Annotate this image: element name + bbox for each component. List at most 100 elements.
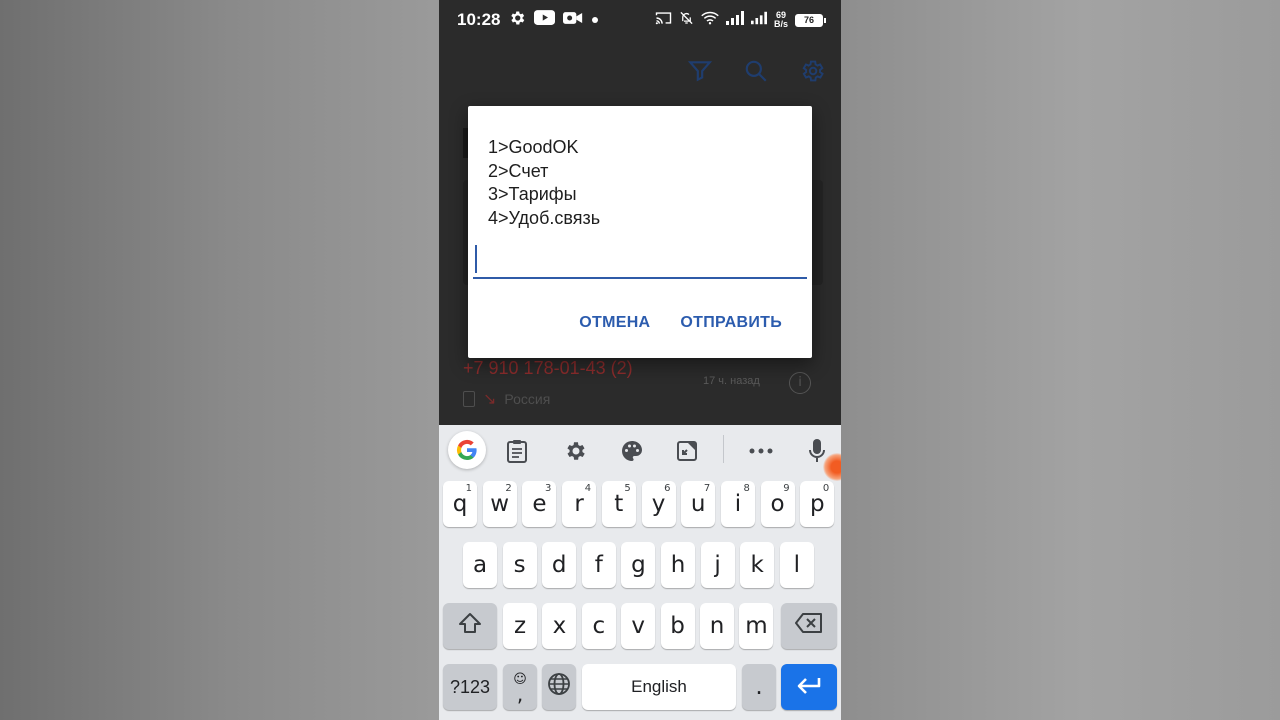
key-h[interactable]: h [661,542,695,588]
key-label: i [734,491,742,517]
settings-icon[interactable] [799,58,825,88]
key-y[interactable]: y6 [641,481,676,527]
shift-icon [458,612,482,640]
key-e[interactable]: e3 [522,481,557,527]
key-label: y [651,491,666,517]
ussd-menu-line: 3>Тарифы [488,184,577,204]
key-w[interactable]: w2 [482,481,517,527]
ussd-menu-line: 4>Удоб.связь [488,207,601,228]
toolbar-separator [723,435,724,463]
key-hint: 6 [664,483,671,494]
key-o[interactable]: o9 [760,481,795,527]
ussd-menu-line: 1>GoodOK [488,137,579,157]
enter-key[interactable] [781,664,837,710]
key-label: r [574,491,584,517]
notification-dot-icon [591,11,599,29]
enter-icon [796,674,822,700]
key-q[interactable]: q1 [443,481,477,527]
key-m[interactable]: m [739,603,774,649]
globe-icon [547,672,571,702]
send-button[interactable]: ОТПРАВИТЬ [680,314,782,332]
symbols-key[interactable]: ?123 [443,664,497,710]
key-k[interactable]: k [740,542,775,588]
key-hint: 5 [624,483,631,494]
gear-icon [508,9,526,32]
key-p[interactable]: p0 [800,481,835,527]
emoji-comma-key[interactable]: ☺ , [503,664,537,710]
call-log-country: Россия [504,391,551,407]
translate-icon[interactable] [671,435,703,467]
ussd-reply-input[interactable] [473,241,807,279]
backspace-key[interactable] [781,603,837,649]
signal-icon-2 [750,11,767,30]
key-g[interactable]: g [621,542,656,588]
key-i[interactable]: i8 [720,481,755,527]
text-caret [475,245,477,273]
incoming-call-arrow-icon: ↘ [483,391,497,408]
key-label: p [809,491,825,517]
video-camera-icon [563,11,583,30]
key-hint: 0 [822,483,830,494]
key-label: e [532,491,547,517]
dialog-actions: ОТМЕНА ОТПРАВИТЬ [579,314,782,332]
palette-icon[interactable] [616,435,648,467]
key-label: u [690,491,706,517]
key-a[interactable]: a [463,542,497,588]
key-z[interactable]: z [503,603,537,649]
ussd-menu-line: 2>Счет [488,160,549,181]
key-hint: 2 [505,483,512,494]
comma-label: , [516,681,524,706]
backspace-icon [795,613,823,639]
key-s[interactable]: s [502,542,537,588]
call-log-meta: ↘ Россия [463,389,550,409]
key-hint: 7 [703,483,711,494]
language-key[interactable] [542,664,576,710]
battery-icon: 76 [795,13,826,27]
key-u[interactable]: u7 [681,481,716,527]
key-c[interactable]: c [581,603,616,649]
key-label: t [614,491,624,517]
key-hint: 4 [584,483,592,494]
key-l[interactable]: l [779,542,814,588]
key-v[interactable]: v [621,603,656,649]
youtube-icon [534,10,556,30]
wifi-icon [701,11,719,30]
signal-icon [725,10,744,30]
key-hint: 1 [465,483,472,494]
more-icon[interactable] [745,435,777,467]
keyboard: q1w2e3r4t5y6u7i8o9p0 asdfghjkl zxcvbnm ?… [439,425,841,720]
network-speed: 69 B/s [774,11,788,29]
cast-icon [655,11,672,30]
filter-icon[interactable] [687,58,713,88]
key-n[interactable]: n [700,603,734,649]
keyboard-settings-icon[interactable] [559,435,591,467]
key-j[interactable]: j [700,542,735,588]
key-t[interactable]: t5 [601,481,636,527]
key-r[interactable]: r4 [562,481,597,527]
google-icon[interactable] [448,431,486,469]
status-right-icons: 69 B/s 76 [655,10,826,31]
period-key[interactable]: . [742,664,776,710]
clipboard-icon[interactable] [501,435,533,467]
status-left-icons [508,9,599,32]
bell-off-icon [679,10,694,31]
info-icon[interactable]: i [789,372,811,394]
key-x[interactable]: x [542,603,577,649]
right-backdrop [841,0,1280,720]
shift-key[interactable] [443,603,497,649]
cancel-button[interactable]: ОТМЕНА [579,314,650,332]
call-log-number[interactable]: +7 910 178-01-43 (2) [463,358,633,379]
key-hint: 3 [545,483,552,494]
app-toolbar [687,58,825,88]
key-b[interactable]: b [660,603,695,649]
key-label: w [490,491,510,517]
keyboard-toolbar [439,425,841,481]
search-icon[interactable] [743,58,769,88]
key-d[interactable]: d [542,542,577,588]
key-f[interactable]: f [581,542,616,588]
phone-screen: 10:28 69 B/s 76 +7 910 178-01-43 (2) 17 … [439,0,841,720]
touch-indicator [823,453,841,481]
key-label: o [770,491,785,517]
space-key[interactable]: English [582,664,736,710]
key-hint: 8 [743,483,750,494]
